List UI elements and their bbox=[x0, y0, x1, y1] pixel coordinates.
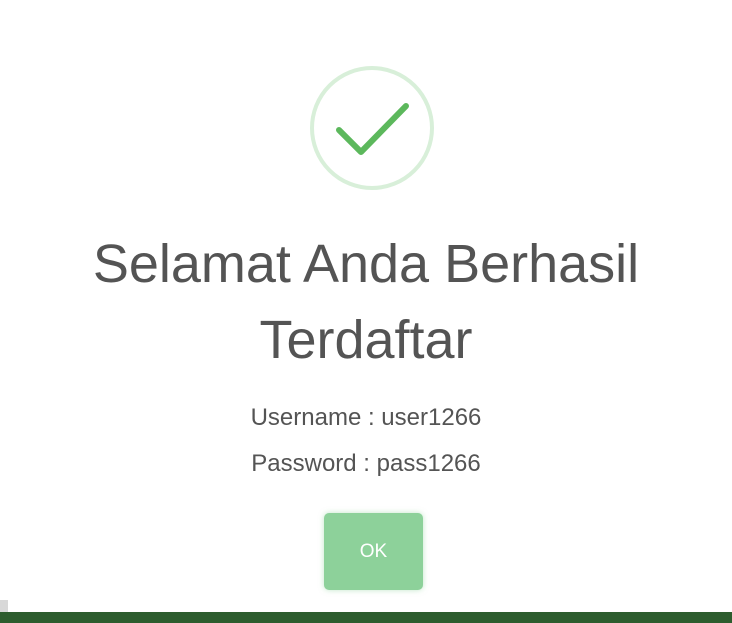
background-edge bbox=[0, 600, 8, 612]
password-text: Password : pass1266 bbox=[251, 450, 481, 477]
success-dialog: Selamat Anda Berhasil Terdaftar Username… bbox=[0, 0, 732, 612]
success-checkmark-icon bbox=[310, 66, 434, 190]
username-text: Username : user1266 bbox=[250, 404, 482, 431]
ok-button[interactable]: OK bbox=[324, 513, 423, 590]
bottom-bar bbox=[0, 612, 732, 623]
success-title: Selamat Anda Berhasil Terdaftar bbox=[92, 234, 640, 370]
